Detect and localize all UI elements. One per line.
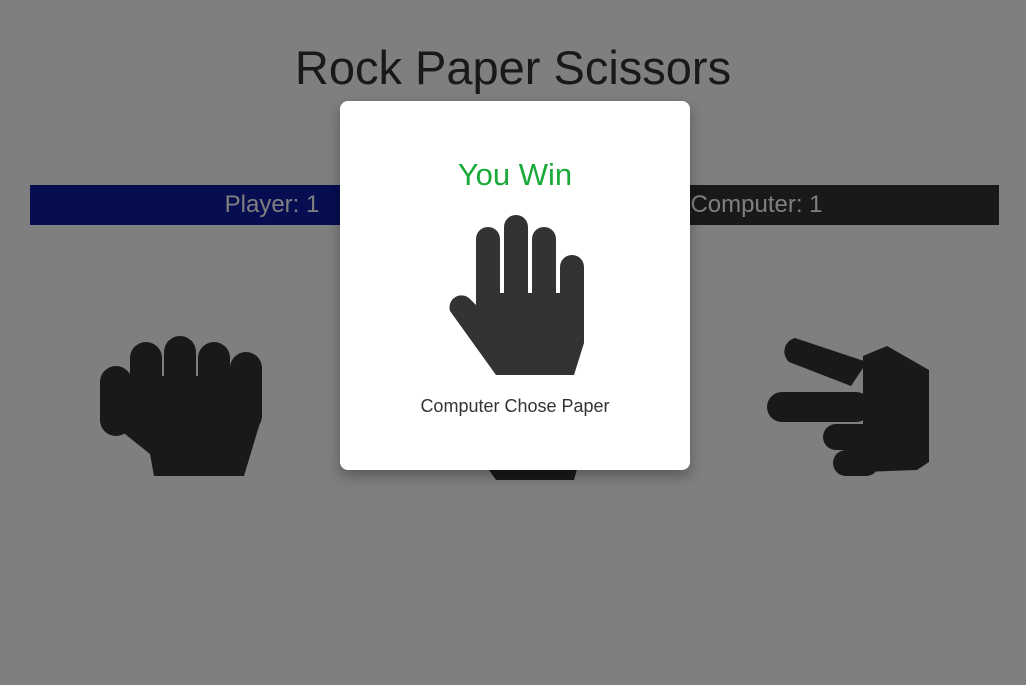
- modal-overlay[interactable]: You Win Computer Chose Paper: [0, 0, 1026, 685]
- paper-hand-icon: [449, 215, 584, 375]
- computer-choice-text: Computer Chose Paper: [420, 396, 610, 416]
- computer-choice-display: [449, 215, 584, 375]
- result-text: You Win: [457, 157, 573, 192]
- game-board: Rock Paper Scissors Player: 1 Computer: …: [0, 0, 1026, 685]
- result-modal: You Win Computer Chose Paper: [340, 101, 690, 470]
